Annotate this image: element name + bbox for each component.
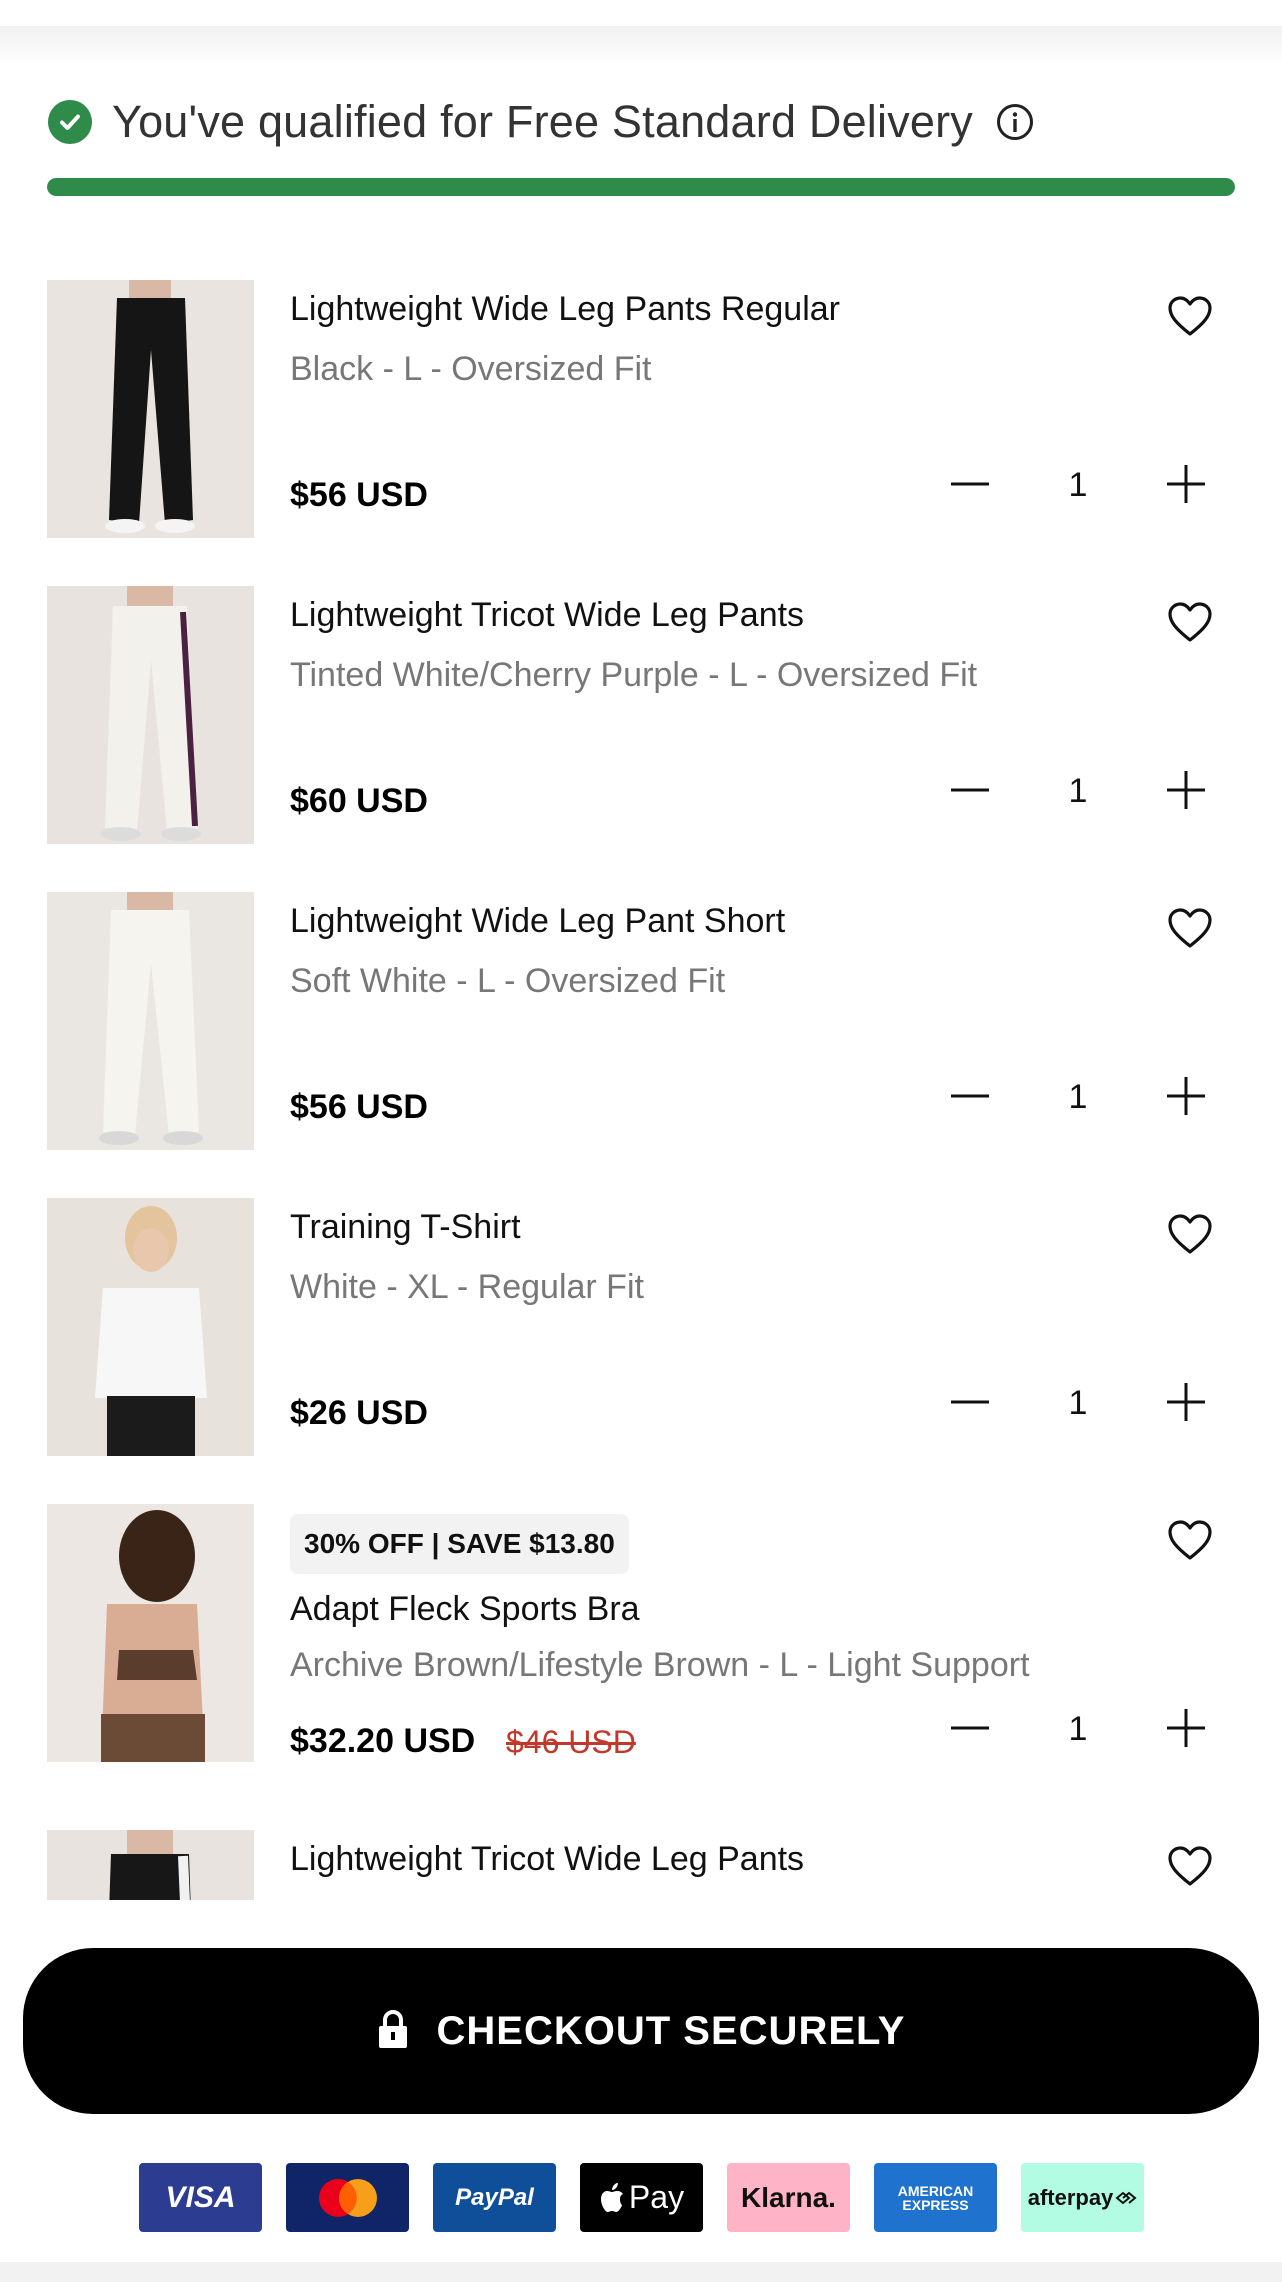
quantity-value: 1 (1068, 1078, 1088, 1116)
product-image[interactable] (47, 1504, 254, 1762)
delivery-progress-fill (47, 178, 1235, 196)
amex-line2: EXPRESS (902, 2196, 969, 2213)
mastercard-icon (286, 2163, 409, 2232)
product-image[interactable] (47, 892, 254, 1150)
product-variant: Tinted White/Cherry Purple - L - Oversiz… (290, 656, 978, 694)
product-price: $56 USD (290, 1088, 428, 1126)
minus-icon[interactable] (950, 1708, 990, 1748)
product-image[interactable] (47, 1830, 254, 1900)
heart-icon[interactable] (1166, 906, 1214, 950)
quantity-value: 1 (1068, 1710, 1088, 1748)
top-bar (0, 0, 1282, 26)
minus-icon[interactable] (950, 1076, 990, 1116)
product-price: $32.20 USD (290, 1722, 476, 1760)
visa-icon: VISA (139, 2163, 262, 2232)
bottom-bar (0, 2262, 1282, 2282)
product-title[interactable]: Training T-Shirt (290, 1208, 521, 1247)
quantity-value: 1 (1068, 466, 1088, 504)
cart-item: Lightweight Wide Leg Pants Regular Black… (0, 280, 1282, 540)
cart-items-list: Lightweight Wide Leg Pants Regular Black… (0, 280, 1282, 1900)
plus-icon[interactable] (1166, 1382, 1206, 1422)
heart-icon[interactable] (1166, 600, 1214, 644)
product-variant: Black - L - Oversized Fit (290, 350, 652, 388)
minus-icon[interactable] (950, 464, 990, 504)
info-icon[interactable] (995, 102, 1035, 142)
apple-pay-icon: Pay (580, 2163, 703, 2232)
klarna-icon: Klarna. (727, 2163, 850, 2232)
cart-item: Lightweight Wide Leg Pant Short Soft Whi… (0, 892, 1282, 1152)
product-variant: White - XL - Regular Fit (290, 1268, 644, 1306)
product-price: $60 USD (290, 782, 428, 820)
product-image[interactable] (47, 1198, 254, 1456)
cart-item: Lightweight Tricot Wide Leg Pants Tinted… (0, 586, 1282, 846)
product-image[interactable] (47, 586, 254, 844)
heart-icon[interactable] (1166, 294, 1214, 338)
product-title[interactable]: Lightweight Tricot Wide Leg Pants (290, 1840, 804, 1879)
product-variant: Soft White - L - Oversized Fit (290, 962, 726, 1000)
payment-methods: VISA PayPal Pay Klarna. AMERICAN EXPRESS… (139, 2163, 1144, 2232)
checkout-label: CHECKOUT SECURELY (436, 2008, 906, 2053)
discount-badge: 30% OFF | SAVE $13.80 (290, 1514, 629, 1574)
product-image[interactable] (47, 280, 254, 538)
product-price: $26 USD (290, 1394, 428, 1432)
heart-icon[interactable] (1166, 1518, 1214, 1562)
free-delivery-banner: You've qualified for Free Standard Deliv… (48, 96, 1035, 148)
quantity-value: 1 (1068, 772, 1088, 810)
cart-item: 30% OFF | SAVE $13.80 Adapt Fleck Sports… (0, 1504, 1282, 1764)
heart-icon[interactable] (1166, 1212, 1214, 1256)
afterpay-label: afterpay (1027, 2184, 1114, 2210)
plus-icon[interactable] (1166, 770, 1206, 810)
product-variant: Archive Brown/Lifestyle Brown - L - Ligh… (290, 1646, 1030, 1684)
cart-item: Lightweight Tricot Wide Leg Pants (0, 1830, 1282, 1900)
paypal-icon: PayPal (433, 2163, 556, 2232)
cart-item: Training T-Shirt White - XL - Regular Fi… (0, 1198, 1282, 1458)
amex-line1: AMERICAN (897, 2182, 974, 2199)
plus-icon[interactable] (1166, 1708, 1206, 1748)
free-delivery-text: You've qualified for Free Standard Deliv… (112, 96, 974, 147)
original-price: $46 USD (506, 1724, 636, 1760)
minus-icon[interactable] (950, 1382, 990, 1422)
afterpay-icon: afterpay (1021, 2163, 1144, 2232)
minus-icon[interactable] (950, 770, 990, 810)
lock-icon (377, 2008, 409, 2055)
apple-pay-label: Pay (628, 2179, 685, 2215)
plus-icon[interactable] (1166, 1076, 1206, 1116)
top-shadow (0, 26, 1282, 66)
quantity-value: 1 (1068, 1384, 1088, 1422)
check-circle-icon (48, 100, 92, 144)
amex-icon: AMERICAN EXPRESS (874, 2163, 997, 2232)
product-price: $56 USD (290, 476, 428, 514)
product-title[interactable]: Lightweight Tricot Wide Leg Pants (290, 596, 804, 635)
heart-icon[interactable] (1166, 1844, 1214, 1888)
checkout-button[interactable]: CHECKOUT SECURELY (23, 1948, 1259, 2114)
product-title[interactable]: Adapt Fleck Sports Bra (290, 1590, 640, 1629)
plus-icon[interactable] (1166, 464, 1206, 504)
product-title[interactable]: Lightweight Wide Leg Pants Regular (290, 290, 840, 329)
delivery-progress-bar (47, 178, 1235, 196)
product-title[interactable]: Lightweight Wide Leg Pant Short (290, 902, 785, 941)
